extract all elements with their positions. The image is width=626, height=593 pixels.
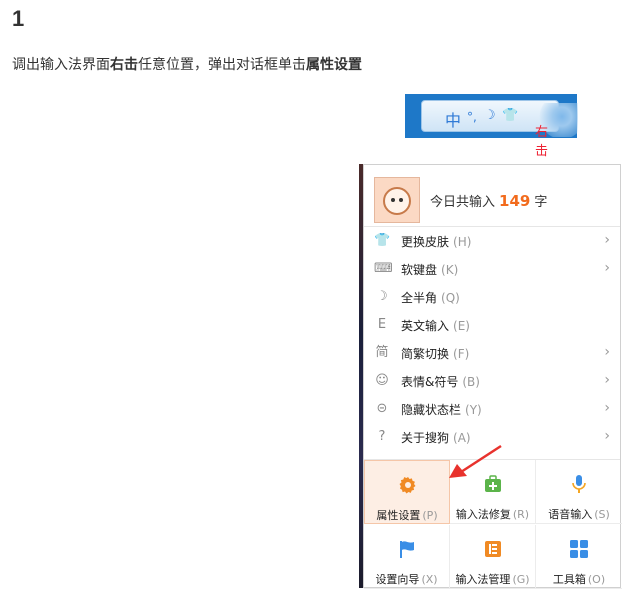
avatar [374,177,420,223]
tool-button-label: 属性设置 (P) [376,509,438,522]
chevron-right-icon: › [604,372,610,388]
menu-item-label: 全半角 (Q) [401,291,460,305]
tool-button-3[interactable]: 设置向导 (X) [364,525,450,589]
chevron-right-icon: › [604,344,610,360]
tool-button-label: 语音输入 (S) [548,508,610,521]
context-menu: 今日共输入 149 字 👕 更换皮肤 (H) › ⌨ 软键盘 (K) › ☽ 全半角 (Q) E 英文输入(… [363,164,622,589]
tool-button-5[interactable]: 工具箱 (O) [536,525,622,589]
instruction-text: 调出输入法界面右击任意位置，弹出对话框单击属性设置 [12,54,362,74]
shirt-icon[interactable]: 👕 [502,108,518,123]
menu-item-label: 隐藏状态栏 (Y) [401,403,482,417]
toolbox-icon [569,539,589,559]
microphone-icon [569,474,589,494]
daily-count-number: 149 [499,192,531,210]
menu-item-2[interactable]: ☽ 全半角 (Q) [364,283,620,311]
statusbar-icon: ⊝ [376,401,388,416]
menu-item-5[interactable]: ☺ 表情&符号 (B) › [364,367,620,395]
manage-icon [483,539,503,559]
tool-button-label: 输入法修复 (R) [455,508,530,521]
instruction-part-1: 调出输入法界面 [12,57,110,73]
menu-item-label: 简繁切换 (F) [401,347,470,361]
ime-toolbar-image: 中 °, ☽ 👕 右击 [405,94,578,159]
tool-button-label: 输入法管理 (G) [455,573,530,586]
daily-count-prefix: 今日共输入 [430,195,496,210]
chevron-right-icon: › [604,400,610,416]
instruction-bold-right-click: 右击 [110,57,138,73]
moon-icon: ☽ [376,289,388,304]
emoji-icon: ☺ [375,373,389,388]
eye-icon [399,198,403,202]
english-icon: E [377,317,387,332]
daily-count-suffix: 字 [534,195,548,210]
gear-icon [398,475,418,495]
instruction-part-2: 任意位置，弹出对话框单击 [138,57,306,73]
shirt-icon: 👕 [374,233,391,248]
eye-icon [391,198,395,202]
menu-item-6[interactable]: ⊝ 隐藏状态栏 (Y) › [364,395,620,423]
menu-item-3[interactable]: E 英文输入 (E) [364,311,620,339]
moon-icon[interactable]: ☽ [484,108,496,123]
menu-item-label: 英文输入 (E) [401,319,470,333]
tool-button-0[interactable]: 属性设置 (P) [364,460,450,524]
tool-button-4[interactable]: 输入法管理 (G) [450,525,536,589]
red-arrow-annotation [449,444,502,478]
keyboard-icon: ⌨ [374,261,393,276]
menu-item-label: 表情&符号 (B) [401,375,480,389]
tool-button-label: 工具箱 (O) [552,573,606,586]
menu-header: 今日共输入 149 字 [364,165,620,227]
menu-item-4[interactable]: 简简繁切换 (F) › [364,339,620,367]
tool-button-2[interactable]: 语音输入 (S) [536,460,622,524]
instruction-bold-settings: 属性设置 [306,57,362,73]
chevron-right-icon: › [604,428,610,444]
chevron-right-icon: › [604,260,610,276]
chevron-right-icon: › [604,232,610,248]
flag-icon [397,539,417,559]
step-number: 1 [12,6,25,31]
punctuation-icon[interactable]: °, [467,110,477,124]
daily-count-text: 今日共输入 149 字 [430,191,547,210]
menu-item-1[interactable]: ⌨ 软键盘 (K) › [364,255,620,283]
right-click-annotation: 右击 [535,125,549,159]
ime-toolbar[interactable]: 中 °, ☽ 👕 右击 [421,100,578,159]
menu-item-label: 软键盘 (K) [401,263,459,277]
dog-face-icon [383,187,411,215]
menu-item-label: 更换皮肤 (H) [401,235,472,249]
chinese-mode-icon[interactable]: 中 [445,107,461,131]
menu-item-0[interactable]: 👕 更换皮肤 (H) › [364,227,620,255]
help-icon: ? [378,429,386,444]
simplified-icon: 简 [375,345,389,360]
tool-button-label: 设置向导 (X) [375,573,438,586]
